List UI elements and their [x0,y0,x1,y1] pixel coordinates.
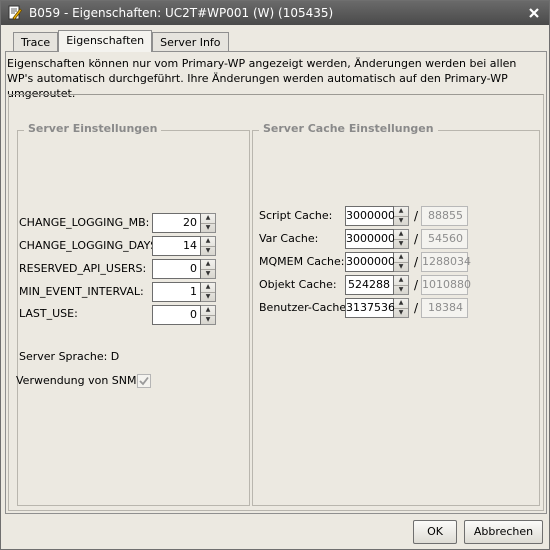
properties-tab-panel: Eigenschaften können nur vom Primary-WP … [5,51,547,514]
spin-up-icon[interactable]: ▲ [394,276,408,285]
spin-up-icon[interactable]: ▲ [201,237,215,246]
tab-eigenschaften[interactable]: Eigenschaften [58,30,153,52]
separator: / [414,232,419,246]
snmp-label: Verwendung von SNMP [16,374,144,387]
spin-down-icon[interactable]: ▼ [201,314,215,325]
last-use-spinner[interactable]: 0 ▲ ▼ [152,305,216,325]
spin-down-icon[interactable]: ▼ [394,238,408,249]
spin-down-icon[interactable]: ▼ [201,291,215,302]
mqmem-cache-spinner[interactable]: 3000000 ▲ ▼ [345,252,409,272]
separator: / [414,301,419,315]
close-icon[interactable] [525,4,543,22]
mqmem-cache-current: 1288034 [421,252,471,272]
spin-up-icon[interactable]: ▲ [201,214,215,223]
objekt-cache-input[interactable]: 524288 [345,275,394,295]
spin-down-icon[interactable]: ▼ [394,215,408,226]
script-cache-current: 88855 [421,206,468,226]
server-settings-group: Server Einstellungen CHANGE_LOGGING_MB: … [16,122,250,506]
change-logging-mb-input[interactable]: 20 [152,213,201,233]
benutzer-cache-current: 18384 [421,298,468,318]
min-event-interval-input[interactable]: 1 [152,282,201,302]
change-logging-days-spinner[interactable]: 14 ▲ ▼ [152,236,216,256]
tab-trace[interactable]: Trace [13,32,59,51]
last-use-input[interactable]: 0 [152,305,201,325]
cache-settings-group: Server Cache Einstellungen Script Cache:… [252,122,540,506]
properties-window: B059 - Eigenschaften: UC2T#WP001 (W) (10… [0,0,550,550]
objekt-cache-spinner[interactable]: 524288 ▲ ▼ [345,275,409,295]
checkmark-icon [139,376,149,386]
content-frame: Server Einstellungen CHANGE_LOGGING_MB: … [8,94,544,511]
var-cache-current: 54560 [421,229,468,249]
server-language-label: Server Sprache: D [19,350,120,363]
reserved-api-users-spinner[interactable]: 0 ▲ ▼ [152,259,216,279]
script-cache-input[interactable]: 3000000 [345,206,395,226]
benutzer-cache-input[interactable]: 3137536 [345,298,395,318]
benutzer-cache-label: Benutzer-Cache: [259,301,350,314]
spin-up-icon[interactable]: ▲ [394,207,408,216]
reserved-api-users-label: RESERVED_API_USERS: [19,262,147,275]
spin-up-icon[interactable]: ▲ [394,253,408,262]
separator: / [414,255,419,269]
change-logging-mb-label: CHANGE_LOGGING_MB: [19,216,150,229]
separator: / [414,209,419,223]
change-logging-days-label: CHANGE_LOGGING_DAYS: [19,239,161,252]
var-cache-input[interactable]: 3000000 [345,229,395,249]
change-logging-mb-spinner[interactable]: 20 ▲ ▼ [152,213,216,233]
separator: / [414,278,419,292]
spin-down-icon[interactable]: ▼ [394,307,408,318]
spin-down-icon[interactable]: ▼ [201,268,215,279]
spin-up-icon[interactable]: ▲ [201,306,215,315]
spin-up-icon[interactable]: ▲ [201,283,215,292]
window-title: B059 - Eigenschaften: UC2T#WP001 (W) (10… [29,6,334,20]
server-settings-title: Server Einstellungen [24,122,162,135]
document-edit-icon [8,5,23,21]
spin-up-icon[interactable]: ▲ [201,260,215,269]
min-event-interval-spinner[interactable]: 1 ▲ ▼ [152,282,216,302]
benutzer-cache-spinner[interactable]: 3137536 ▲ ▼ [345,298,409,318]
mqmem-cache-label: MQMEM Cache: [259,255,345,268]
script-cache-label: Script Cache: [259,209,333,222]
spin-up-icon[interactable]: ▲ [394,230,408,239]
script-cache-spinner[interactable]: 3000000 ▲ ▼ [345,206,409,226]
min-event-interval-label: MIN_EVENT_INTERVAL: [19,285,144,298]
spin-down-icon[interactable]: ▼ [394,284,408,295]
spin-up-icon[interactable]: ▲ [394,299,408,308]
objekt-cache-current: 1010880 [421,275,471,295]
var-cache-label: Var Cache: [259,232,319,245]
last-use-label: LAST_USE: [19,307,78,320]
reserved-api-users-input[interactable]: 0 [152,259,201,279]
spin-down-icon[interactable]: ▼ [394,261,408,272]
snmp-checkbox[interactable] [137,374,151,388]
title-bar[interactable]: B059 - Eigenschaften: UC2T#WP001 (W) (10… [1,1,549,25]
change-logging-days-input[interactable]: 14 [152,236,201,256]
objekt-cache-label: Objekt Cache: [259,278,337,291]
var-cache-spinner[interactable]: 3000000 ▲ ▼ [345,229,409,249]
mqmem-cache-input[interactable]: 3000000 [345,252,395,272]
spin-down-icon[interactable]: ▼ [201,222,215,233]
cache-settings-title: Server Cache Einstellungen [259,122,438,135]
cancel-button[interactable]: Abbrechen [464,520,543,544]
tab-bar: Trace Eigenschaften Server Info [13,30,229,52]
tab-server-info[interactable]: Server Info [152,32,229,51]
ok-button[interactable]: OK [413,520,457,544]
spin-down-icon[interactable]: ▼ [201,245,215,256]
